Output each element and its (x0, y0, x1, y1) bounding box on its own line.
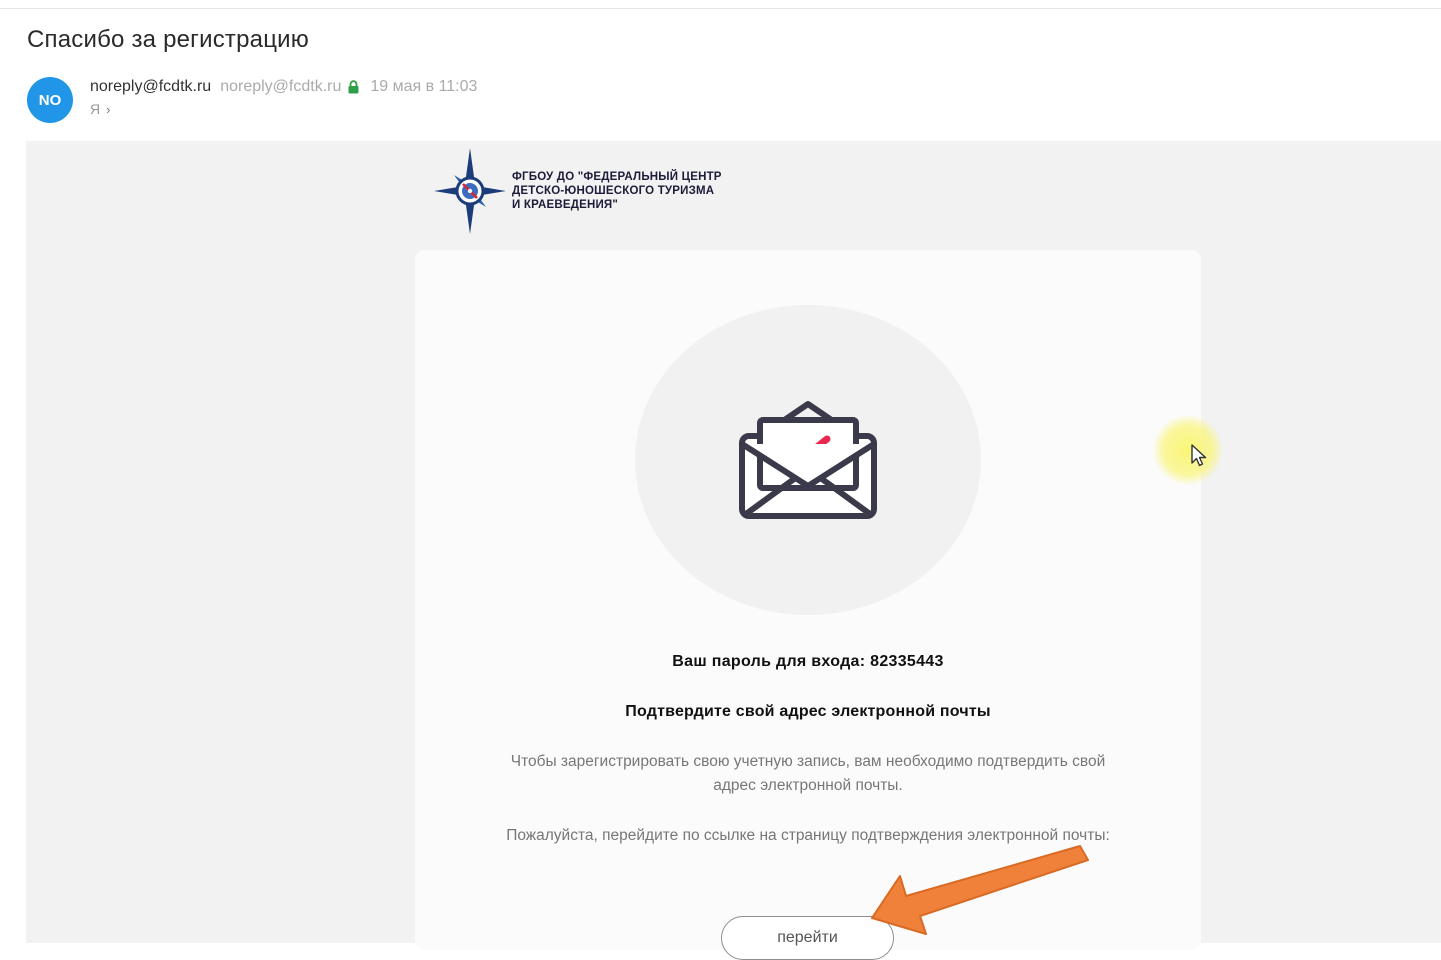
mouse-pointer-icon (1191, 444, 1207, 467)
recipient-line[interactable]: Я › (90, 101, 110, 117)
password-line: Ваш пароль для входа: 82335443 (672, 653, 944, 670)
arrow-annotation-icon (871, 845, 1089, 935)
lock-icon (348, 80, 359, 94)
brand-line-1: ФГБОУ ДО "ФЕДЕРАЛЬНЫЙ ЦЕНТР (512, 171, 722, 183)
sender-email[interactable]: noreply@fcdtk.ru (220, 78, 341, 96)
confirm-email-title: Подтвердите свой адрес электронной почты (625, 703, 991, 720)
chevron-right-icon[interactable]: › (106, 102, 110, 117)
email-subject: Спасибо за регистрацию (27, 26, 309, 53)
email-date: 19 мая в 11:03 (370, 78, 478, 95)
sender-name[interactable]: noreply@fcdtk.ru (90, 78, 211, 96)
compass-rose-logo-icon (434, 148, 506, 234)
envelope-check-icon (739, 401, 877, 519)
brand-name: ФГБОУ ДО "ФЕДЕРАЛЬНЫЙ ЦЕНТР ДЕТСКО-ЮНОШЕ… (512, 170, 722, 212)
sender-line: noreply@fcdtk.ru noreply@fcdtk.ru 19 мая… (90, 78, 477, 96)
sender-avatar[interactable]: NO (27, 77, 73, 123)
top-divider (0, 8, 1441, 9)
instruction-paragraph: Чтобы зарегистрировать свою учетную запи… (510, 753, 1106, 794)
brand-line-2: ДЕТСКО-ЮНОШЕСКОГО ТУРИЗМА (512, 185, 715, 197)
brand-header: ФГБОУ ДО "ФЕДЕРАЛЬНЫЙ ЦЕНТР ДЕТСКО-ЮНОШЕ… (432, 146, 722, 236)
recipient-name[interactable]: Я (90, 101, 100, 117)
brand-line-3: И КРАЕВЕДЕНИЯ" (512, 199, 619, 211)
cursor-highlight (1153, 415, 1223, 485)
